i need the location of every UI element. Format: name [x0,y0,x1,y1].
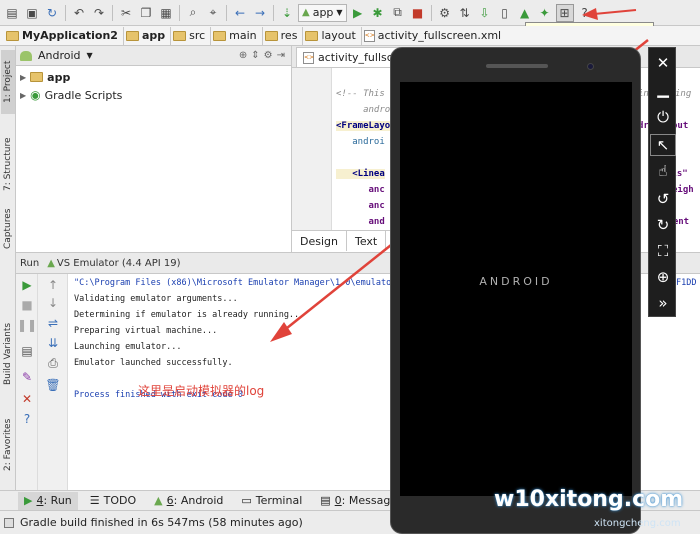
power-icon[interactable]: ⏻ [650,106,676,128]
annotation-label: 这里是启动模拟器的log [138,384,265,398]
watermark: w10xitong.com [494,487,684,512]
emulator-toolbar: ✕ ▁ ⏻ ↖ ☝ ↺ ↻ ⛶ ⊕ » [648,47,676,317]
emulator-screen[interactable]: ANDROID [400,82,632,496]
speaker-grille [486,64,548,68]
rotate-right-icon[interactable]: ↻ [650,214,676,236]
pointer-icon[interactable]: ↖ [650,134,676,156]
arrow-to-emulator-button [593,9,637,15]
close-icon[interactable]: ✕ [650,52,676,74]
rotate-left-icon[interactable]: ↺ [650,188,676,210]
zoom-icon[interactable]: ⊕ [650,266,676,288]
arrowhead-icon [582,8,598,20]
more-tools-icon[interactable]: » [650,292,676,314]
fit-screen-icon[interactable]: ⛶ [650,240,676,262]
camera-icon [587,63,594,70]
minimize-icon[interactable]: ▁ [650,78,676,100]
arrowhead-icon [270,322,292,342]
emulator-window[interactable]: ANDROID [390,47,641,534]
touch-icon[interactable]: ☝ [650,160,676,182]
android-boot-logo: ANDROID [479,275,553,288]
watermark-small: xitongcheng.com [594,518,681,529]
